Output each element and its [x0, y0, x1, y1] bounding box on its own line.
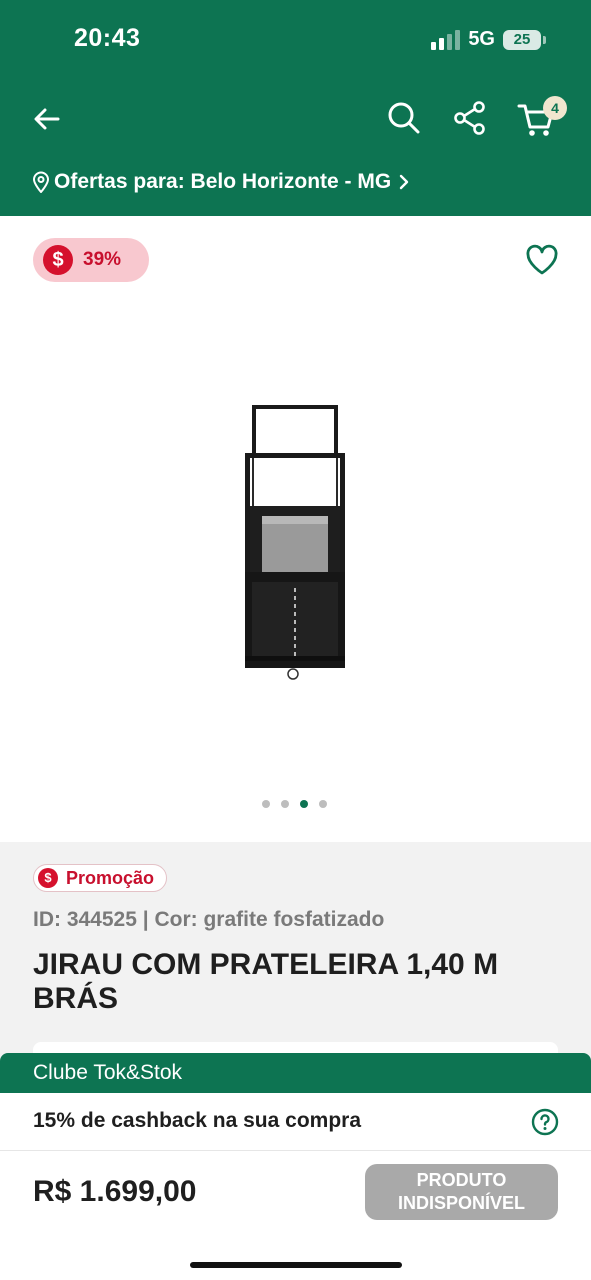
app-header: 20:43 5G 25 4 Ofertas para: Belo Horizon… [0, 0, 591, 216]
help-icon[interactable] [531, 1108, 559, 1136]
discount-percent: 39% [83, 249, 122, 270]
location-pin-icon [32, 171, 50, 193]
location-selector[interactable]: Ofertas para: Belo Horizonte - MG [32, 170, 413, 194]
carousel-dot[interactable] [262, 800, 270, 808]
dollar-coin-icon: $ [43, 245, 73, 275]
signal-icon [431, 29, 461, 50]
carousel-dot[interactable] [319, 800, 327, 808]
dollar-coin-icon: $ [38, 868, 58, 888]
status-indicators: 5G 25 [431, 28, 546, 51]
discount-badge: $ 39% [33, 238, 149, 282]
cashback-row[interactable]: 15% de cashback na sua compra [0, 1093, 591, 1151]
network-label: 5G [468, 28, 495, 50]
promo-tag-label: Promoção [66, 867, 155, 888]
unavailable-button[interactable]: PRODUTO INDISPONÍVEL [365, 1164, 558, 1220]
club-title[interactable]: Clube Tok&Stok [0, 1053, 591, 1093]
product-page: 20:43 5G 25 4 Ofertas para: Belo Horizon… [0, 0, 591, 1280]
back-arrow-icon[interactable] [30, 102, 64, 136]
carousel-dots[interactable] [262, 800, 327, 808]
status-time: 20:43 [74, 24, 141, 52]
carousel-dot[interactable] [281, 800, 289, 808]
button-label-line1: PRODUTO [416, 1170, 507, 1190]
cashback-text: 15% de cashback na sua compra [33, 1109, 361, 1132]
battery-icon: 25 [503, 29, 546, 50]
button-label-line2: INDISPONÍVEL [397, 1193, 526, 1213]
cart-count-badge: 4 [543, 96, 567, 120]
heart-icon[interactable] [525, 244, 559, 276]
product-price: R$ 1.699,00 [33, 1175, 197, 1208]
carousel-dot-active[interactable] [300, 800, 308, 808]
purchase-bar: R$ 1.699,00 PRODUTO INDISPONÍVEL [0, 1151, 591, 1280]
product-title: JIRAU COM PRATELEIRA 1,40 M BRÁS [33, 948, 499, 1015]
search-icon[interactable] [386, 100, 422, 136]
product-image[interactable] [230, 398, 360, 688]
chevron-right-icon [400, 174, 409, 190]
product-id-color: ID: 344525 | Cor: grafite fosfatizado [33, 908, 385, 931]
promo-tag: $ Promoção [33, 864, 168, 892]
home-indicator[interactable] [190, 1262, 402, 1268]
location-text: Ofertas para: Belo Horizonte - MG [54, 170, 392, 193]
share-icon[interactable] [452, 100, 488, 136]
